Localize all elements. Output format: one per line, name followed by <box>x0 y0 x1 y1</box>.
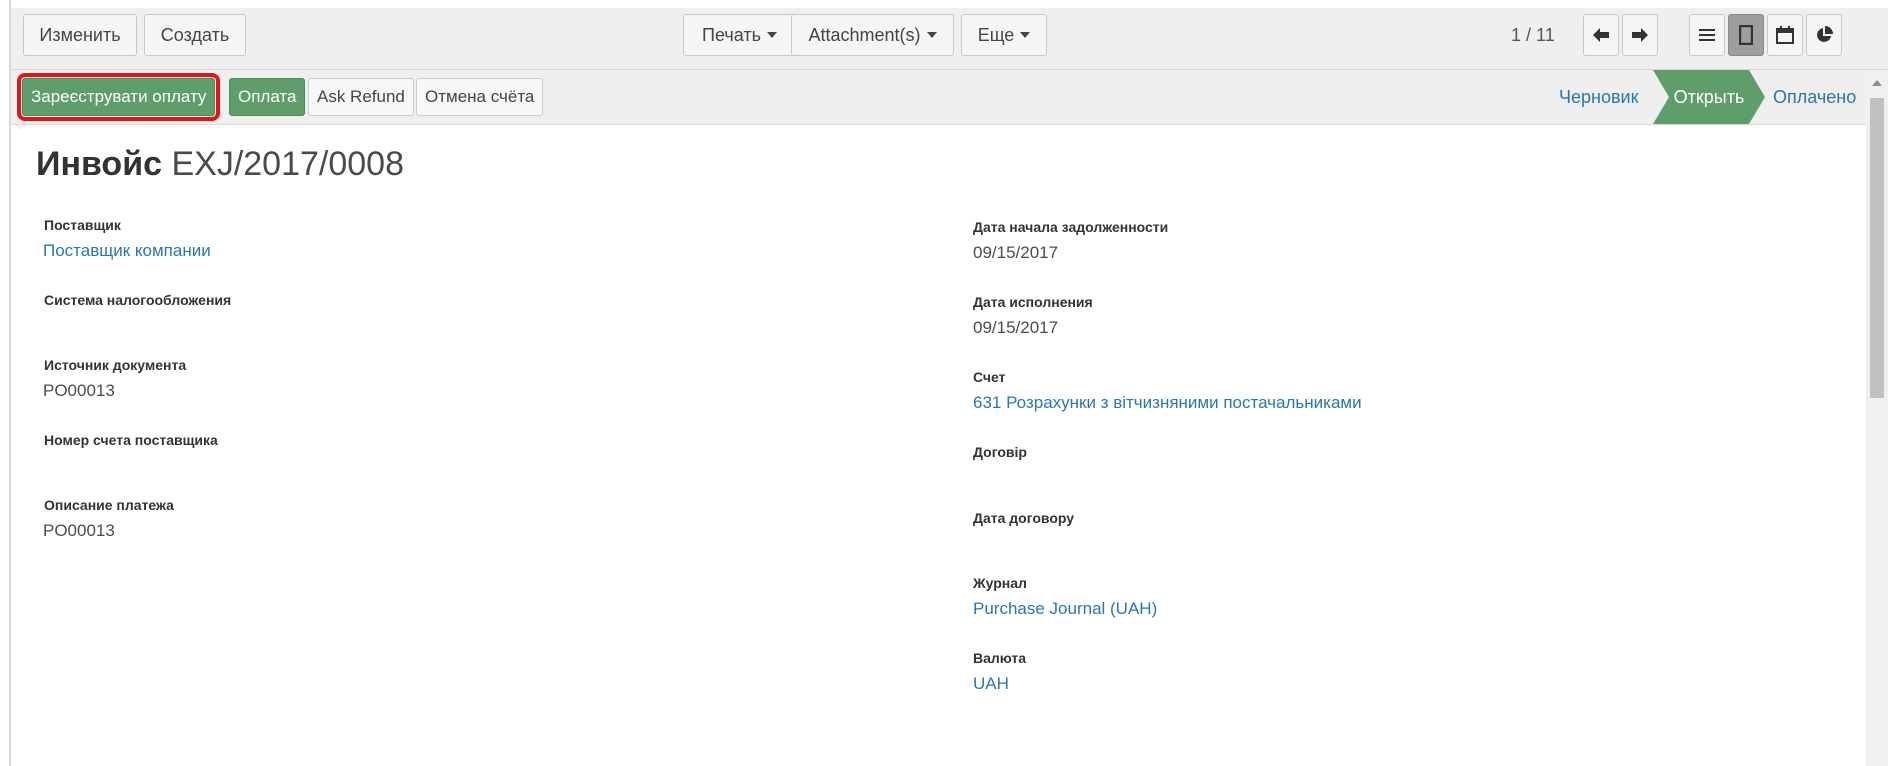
payment-reference-value: PO00013 <box>43 521 115 540</box>
vendor-link[interactable]: Поставщик компании <box>43 241 211 261</box>
statusbar: Зареєструвати оплату Оплата Ask Refund О… <box>11 70 1868 125</box>
edit-button[interactable]: Изменить <box>23 14 137 56</box>
stage-open-active[interactable]: Открыть <box>1653 70 1765 124</box>
currency-link[interactable]: UAH <box>973 674 1009 694</box>
cancel-invoice-button[interactable]: Отмена счёта <box>416 78 544 116</box>
invoice-number: EXJ/2017/0008 <box>171 145 404 183</box>
vendor-label: Поставщик <box>44 217 121 233</box>
pager-value[interactable]: 1 / 11 <box>1511 14 1555 56</box>
print-dropdown[interactable]: Печать <box>683 14 796 56</box>
form-view-button[interactable] <box>1728 14 1764 56</box>
stage-paid[interactable]: Оплачено <box>1773 70 1856 124</box>
more-dropdown[interactable]: Еще <box>961 14 1047 56</box>
stage-open-label: Открыть <box>1673 87 1745 107</box>
arrow-right-icon <box>1632 28 1648 42</box>
caret-down-icon <box>1020 32 1031 38</box>
control-panel: Изменить Создать Печать Attachment(s) Ещ… <box>11 8 1888 70</box>
title-prefix: Инвойс <box>36 145 163 183</box>
vendor-reference-label: Номер счета поставщика <box>44 432 218 448</box>
graph-view-button[interactable] <box>1806 14 1842 56</box>
attachments-label: Attachment(s) <box>808 25 921 45</box>
pager-previous-button[interactable] <box>1583 14 1619 56</box>
page-title: Инвойс EXJ/2017/0008 <box>36 145 404 184</box>
due-date-label: Дата исполнения <box>973 294 1093 310</box>
list-view-button[interactable] <box>1689 14 1725 56</box>
payment-reference-label: Описание платежа <box>44 497 174 513</box>
account-link[interactable]: 631 Розрахунки з вітчизняними постачальн… <box>973 393 1362 413</box>
more-label: Еще <box>977 25 1015 45</box>
stage-draft[interactable]: Черновик <box>1559 70 1638 124</box>
account-label: Счет <box>973 369 1006 385</box>
source-document-value: PO00013 <box>43 381 115 400</box>
journal-link[interactable]: Purchase Journal (UAH) <box>973 599 1157 619</box>
print-label: Печать <box>702 25 761 45</box>
scroll-up-icon[interactable] <box>1872 80 1882 86</box>
arrow-left-icon <box>1593 28 1609 42</box>
form-icon <box>1739 25 1753 45</box>
create-button[interactable]: Создать <box>144 14 246 56</box>
caret-down-icon <box>766 32 777 38</box>
journal-label: Журнал <box>973 575 1027 591</box>
calendar-icon <box>1776 26 1794 44</box>
attachments-dropdown[interactable]: Attachment(s) <box>791 14 954 56</box>
payment-button[interactable]: Оплата <box>229 78 306 116</box>
ask-refund-button[interactable]: Ask Refund <box>308 78 414 116</box>
scrollbar-thumb[interactable] <box>1870 98 1884 398</box>
source-document-label: Источник документа <box>44 357 187 373</box>
contract-label: Договір <box>973 444 1027 460</box>
vertical-scrollbar[interactable] <box>1866 70 1888 766</box>
contract-date-label: Дата договору <box>973 510 1075 526</box>
currency-label: Валюта <box>973 650 1027 666</box>
caret-down-icon <box>926 32 937 38</box>
register-payment-button[interactable]: Зареєструвати оплату <box>16 73 221 121</box>
due-date-value: 09/15/2017 <box>973 318 1059 337</box>
pager-next-button[interactable] <box>1622 14 1658 56</box>
calendar-view-button[interactable] <box>1767 14 1803 56</box>
invoice-date-value: 09/15/2017 <box>973 243 1059 262</box>
invoice-date-label: Дата начала задолженности <box>973 219 1169 235</box>
pie-chart-icon <box>1817 26 1833 42</box>
fiscal-position-label: Система налогообложения <box>44 292 232 308</box>
list-icon <box>1699 29 1715 41</box>
